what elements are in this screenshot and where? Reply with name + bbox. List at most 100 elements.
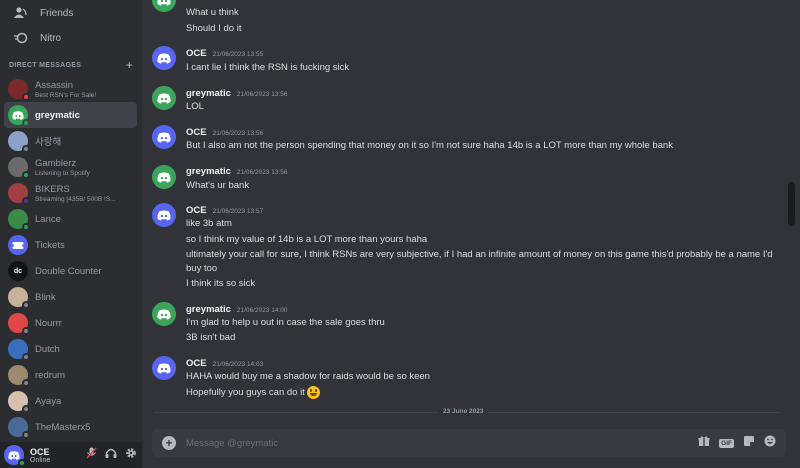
dm-item-double-counter[interactable]: dc Double Counter bbox=[4, 258, 137, 284]
avatar bbox=[8, 131, 30, 153]
dm-name: Assassin bbox=[35, 79, 74, 91]
discord-logo-avatar[interactable] bbox=[152, 46, 176, 70]
dm-activity: Best RSN's For Sale! bbox=[35, 91, 97, 99]
discord-logo-avatar[interactable] bbox=[152, 203, 176, 227]
message-line: buy too bbox=[186, 263, 218, 274]
dm-name: Nourrr bbox=[35, 317, 62, 329]
message-line: HAHA would buy me a shadow for raids wou… bbox=[186, 371, 430, 382]
message-line: 3B isn't bad bbox=[186, 332, 236, 343]
user-status: Online bbox=[30, 456, 51, 464]
status-offline-icon bbox=[22, 327, 30, 335]
message-timestamp: 21/06/2023 13:56 bbox=[236, 91, 288, 98]
user-name: OCE bbox=[30, 446, 50, 457]
message-author[interactable]: OCE bbox=[186, 205, 207, 216]
message-line: What u think bbox=[186, 7, 239, 18]
dm-name: 사랑해 bbox=[35, 137, 62, 148]
nitro-icon bbox=[10, 32, 32, 44]
dm-item-assassin[interactable]: Assassin Best RSN's For Sale! bbox=[4, 76, 137, 102]
dm-item-lance[interactable]: Lance bbox=[4, 206, 137, 232]
status-offline-icon bbox=[22, 405, 30, 413]
sticker-icon[interactable] bbox=[743, 434, 755, 452]
chat-panel: What u think Should I do it OCE 21/06/202… bbox=[142, 0, 800, 468]
dm-name: Double Counter bbox=[35, 265, 102, 277]
status-online-icon bbox=[22, 223, 30, 231]
message-author[interactable]: OCE bbox=[186, 48, 207, 59]
message-composer: + GIF bbox=[152, 429, 786, 457]
double-counter-avatar: dc bbox=[8, 261, 28, 281]
message-timestamp: 21/06/2023 13:55 bbox=[212, 51, 264, 58]
dm-item-redrum[interactable]: redrum bbox=[4, 362, 137, 388]
dm-item-gamblerz[interactable]: Gamblerz Listening to Spotify bbox=[4, 154, 137, 180]
attach-plus-icon[interactable]: + bbox=[162, 436, 176, 450]
discord-logo-avatar[interactable] bbox=[152, 302, 176, 326]
dm-name: Lance bbox=[35, 213, 61, 225]
message-author[interactable]: OCE bbox=[186, 358, 207, 369]
gear-icon[interactable] bbox=[125, 446, 137, 464]
discord-logo-avatar[interactable] bbox=[152, 356, 176, 380]
dm-name: TheMasterx5 bbox=[35, 421, 91, 433]
dm-item-greymatic[interactable]: greymatic bbox=[4, 102, 137, 128]
nav-nitro[interactable]: Nitro bbox=[6, 25, 137, 51]
dm-item-nourrr[interactable]: Nourrr bbox=[4, 310, 137, 336]
nav-friends[interactable]: Friends bbox=[6, 0, 137, 26]
chat-scrollbar[interactable] bbox=[788, 182, 795, 226]
dm-activity: Streaming [435B/ 500B !S... bbox=[35, 195, 116, 203]
dm-item-bikers[interactable]: BIKERS Streaming [435B/ 500B !S... bbox=[4, 180, 137, 206]
discord-logo-avatar bbox=[152, 0, 176, 12]
discord-logo-avatar bbox=[8, 105, 30, 127]
nav-nitro-label: Nitro bbox=[40, 32, 62, 44]
discord-logo-avatar[interactable] bbox=[152, 86, 176, 110]
dm-item-dutch[interactable]: Dutch bbox=[4, 336, 137, 362]
dm-name: Tickets bbox=[35, 239, 65, 251]
status-offline-icon bbox=[22, 431, 30, 439]
dm-item-themasterx5[interactable]: TheMasterx5 bbox=[4, 414, 137, 440]
grin-emoji-icon bbox=[306, 386, 320, 399]
avatar bbox=[8, 391, 30, 413]
avatar bbox=[8, 157, 30, 179]
dm-item-saranghae[interactable]: 사랑해 bbox=[4, 128, 137, 154]
avatar bbox=[8, 417, 30, 439]
gift-icon[interactable] bbox=[698, 434, 710, 452]
discord-logo-avatar[interactable] bbox=[152, 165, 176, 189]
dm-name: Ayaya bbox=[35, 395, 62, 407]
status-streaming-icon bbox=[22, 197, 30, 205]
message-input[interactable] bbox=[186, 437, 699, 449]
avatar bbox=[8, 183, 30, 205]
dm-name: redrum bbox=[35, 369, 66, 381]
status-offline-icon bbox=[22, 379, 30, 387]
message-author[interactable]: greymatic bbox=[186, 88, 231, 99]
dm-item-ayaya[interactable]: Ayaya bbox=[4, 388, 137, 414]
friends-icon bbox=[10, 7, 32, 19]
avatar bbox=[8, 209, 30, 231]
message-timestamp: 21/06/2023 14:00 bbox=[236, 307, 288, 314]
create-dm-plus-icon[interactable]: + bbox=[126, 59, 133, 71]
discord-logo-avatar[interactable] bbox=[152, 125, 176, 149]
dm-item-tickets[interactable]: Tickets bbox=[4, 232, 137, 258]
message-timestamp: 21/06/2023 13:56 bbox=[212, 130, 264, 137]
dm-name: Dutch bbox=[35, 343, 60, 355]
status-offline-icon bbox=[22, 353, 30, 361]
headphones-icon[interactable] bbox=[105, 446, 117, 464]
message-line: I'm glad to help u out in case the sale … bbox=[186, 317, 385, 328]
message-line: I think its so sick bbox=[186, 278, 256, 289]
mute-mic-icon[interactable] bbox=[86, 446, 97, 464]
message-line: Hopefully you guys can do it bbox=[186, 386, 320, 399]
message-line: ultimately your call for sure, I think R… bbox=[186, 249, 773, 260]
message-line: Should I do it bbox=[186, 23, 242, 34]
dm-item-blink[interactable]: Blink bbox=[4, 284, 137, 310]
message-line: What's ur bank bbox=[186, 180, 250, 191]
message-line: LOL bbox=[186, 101, 204, 112]
status-online-icon bbox=[22, 119, 30, 127]
emoji-picker-icon[interactable] bbox=[764, 434, 776, 452]
message-line: like 3b atm bbox=[186, 218, 232, 229]
message-line: I cant lie I think the RSN is fucking si… bbox=[186, 62, 350, 73]
message-author[interactable]: greymatic bbox=[186, 304, 231, 315]
avatar bbox=[8, 365, 30, 387]
dm-name: Gamblerz bbox=[35, 157, 77, 169]
message-author[interactable]: greymatic bbox=[186, 166, 231, 177]
status-dnd-icon bbox=[22, 93, 30, 101]
user-avatar[interactable] bbox=[4, 445, 26, 467]
message-author[interactable]: OCE bbox=[186, 127, 207, 138]
message-timestamp: 21/06/2023 14:03 bbox=[212, 361, 264, 368]
gif-icon[interactable]: GIF bbox=[719, 438, 734, 448]
